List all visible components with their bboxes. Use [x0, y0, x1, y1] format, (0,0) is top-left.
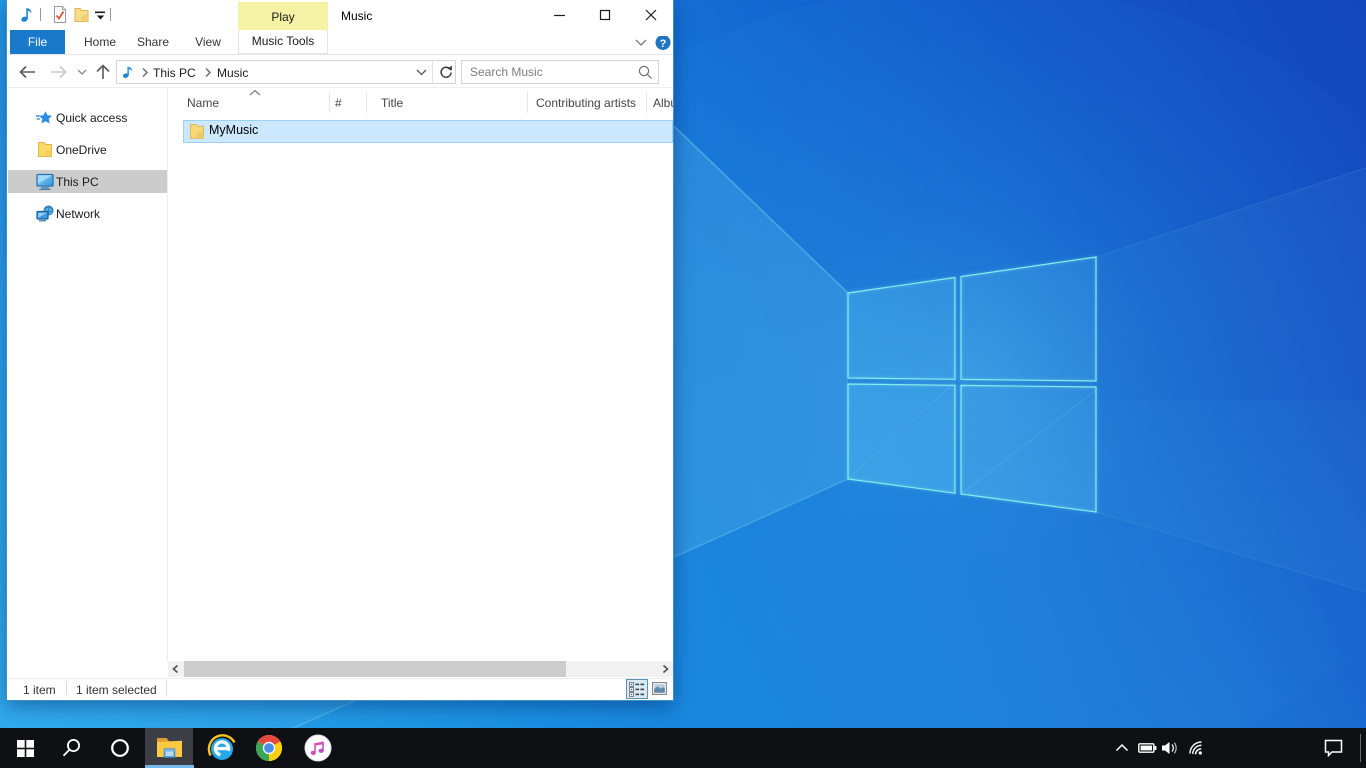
svg-text:?: ?	[660, 38, 667, 50]
